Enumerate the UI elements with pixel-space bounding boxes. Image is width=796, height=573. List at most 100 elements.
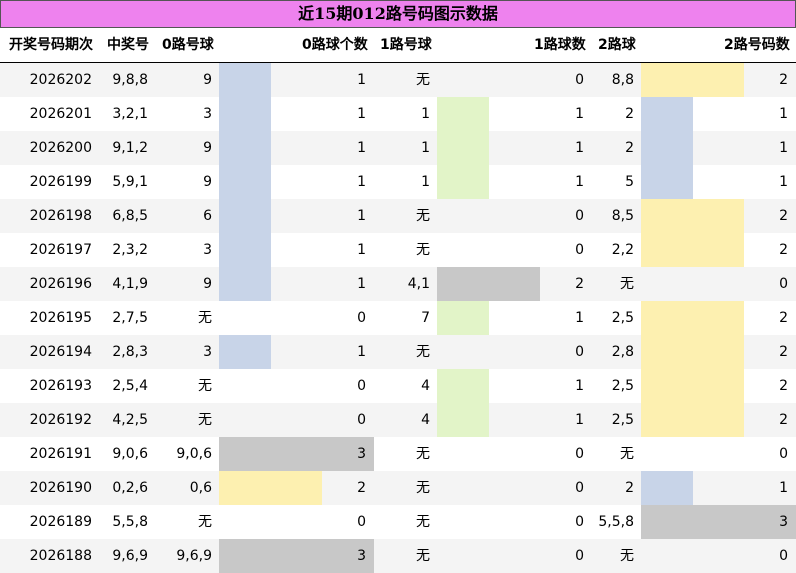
route2-balls-cell: 2,2: [611, 242, 634, 258]
route0-count-cell: 1: [357, 276, 366, 292]
route2-count-bar: [641, 165, 693, 199]
route0-balls-cell: 9,0,6: [176, 446, 212, 462]
header-period: 开奖号码期次: [9, 37, 93, 53]
route0-count-cell: 2: [357, 480, 366, 496]
route1-balls-cell: 1: [421, 174, 430, 190]
route2-count-cell: 2: [779, 208, 788, 224]
route1-count-cell: 1: [575, 412, 584, 428]
route2-balls-cell: 8,5: [611, 208, 634, 224]
route0-count-bar: [219, 267, 271, 301]
route1-count-bar: [437, 97, 489, 131]
table-row: 2026201 3,2,1 3 1 1 1 2 1: [0, 97, 796, 131]
route1-balls-cell: 4: [421, 378, 430, 394]
route2-balls-cell: 无: [620, 548, 634, 564]
route1-balls-cell: 7: [421, 310, 430, 326]
header-route0-count: 0路球个数: [302, 37, 368, 53]
route2-count-cell: 0: [779, 446, 788, 462]
winning-number-cell: 2,3,2: [112, 242, 148, 258]
route2-count-cell: 2: [779, 344, 788, 360]
route2-count-cell: 2: [779, 72, 788, 88]
route2-count-cell: 2: [779, 378, 788, 394]
period-cell: 2026196: [29, 276, 92, 292]
table-row: 2026190 0,2,6 0,6 2 无 0 2 1: [0, 471, 796, 505]
route2-count-cell: 1: [779, 140, 788, 156]
route0-count-cell: 0: [357, 378, 366, 394]
table-row: 2026196 4,1,9 9 1 4,1 2 无 0: [0, 267, 796, 301]
route0-balls-cell: 3: [203, 344, 212, 360]
route2-count-cell: 1: [779, 174, 788, 190]
route1-count-bar: [437, 369, 489, 403]
route0-balls-cell: 9: [203, 72, 212, 88]
route0-balls-cell: 0,6: [189, 480, 212, 496]
table-row: 2026197 2,3,2 3 1 无 0 2,2 2: [0, 233, 796, 267]
route2-balls-cell: 2,8: [611, 344, 634, 360]
route2-balls-cell: 2: [625, 140, 634, 156]
route0-count-bar: [219, 97, 271, 131]
route2-balls-cell: 5,5,8: [598, 514, 634, 530]
table-row: 2026188 9,6,9 9,6,9 3 无 0 无 0: [0, 539, 796, 573]
winning-number-cell: 5,5,8: [112, 514, 148, 530]
route2-count-cell: 1: [779, 480, 788, 496]
route0-count-cell: 0: [357, 514, 366, 530]
route0-balls-cell: 9,6,9: [176, 548, 212, 564]
table-row: 2026191 9,0,6 9,0,6 3 无 0 无 0: [0, 437, 796, 471]
route2-balls-cell: 2: [625, 106, 634, 122]
route1-balls-cell: 无: [416, 548, 430, 564]
period-cell: 2026197: [29, 242, 92, 258]
route1-count-cell: 0: [575, 242, 584, 258]
winning-number-cell: 0,2,6: [112, 480, 148, 496]
table-row: 2026194 2,8,3 3 1 无 0 2,8 2: [0, 335, 796, 369]
table-row: 2026200 9,1,2 9 1 1 1 2 1: [0, 131, 796, 165]
route1-balls-cell: 1: [421, 140, 430, 156]
route1-count-cell: 0: [575, 514, 584, 530]
route1-count-cell: 1: [575, 378, 584, 394]
route0-count-cell: 1: [357, 72, 366, 88]
route2-balls-cell: 无: [620, 276, 634, 292]
route1-count-cell: 1: [575, 106, 584, 122]
winning-number-cell: 9,6,9: [112, 548, 148, 564]
route1-count-cell: 1: [575, 140, 584, 156]
route2-count-cell: 3: [779, 514, 788, 530]
table-title: 近15期012路号码图示数据: [0, 0, 796, 28]
period-cell: 2026199: [29, 174, 92, 190]
route1-balls-cell: 无: [416, 446, 430, 462]
route0-balls-cell: 9: [203, 174, 212, 190]
route0-count-bar: [219, 63, 271, 97]
winning-number-cell: 2,7,5: [112, 310, 148, 326]
route1-balls-cell: 4: [421, 412, 430, 428]
winning-number-cell: 6,8,5: [112, 208, 148, 224]
header-route0-balls: 0路号球: [162, 37, 214, 53]
route1-count-cell: 0: [575, 548, 584, 564]
route2-count-cell: 0: [779, 276, 788, 292]
route2-count-cell: 2: [779, 242, 788, 258]
period-cell: 2026195: [29, 310, 92, 326]
route1-balls-cell: 无: [416, 344, 430, 360]
route2-balls-cell: 2: [625, 480, 634, 496]
route0-count-cell: 3: [357, 446, 366, 462]
period-cell: 2026190: [29, 480, 92, 496]
route0-count-cell: 1: [357, 344, 366, 360]
winning-number-cell: 9,0,6: [112, 446, 148, 462]
route2-count-cell: 0: [779, 548, 788, 564]
route0-count-bar: [219, 233, 271, 267]
route1-count-cell: 0: [575, 344, 584, 360]
route0-count-cell: 1: [357, 242, 366, 258]
route2-balls-cell: 2,5: [611, 310, 634, 326]
route2-count-bar: [641, 471, 693, 505]
route0-count-cell: 1: [357, 208, 366, 224]
route1-count-bar: [437, 403, 489, 437]
table-row: 2026198 6,8,5 6 1 无 0 8,5 2: [0, 199, 796, 233]
route1-count-bar: [437, 131, 489, 165]
route0-count-cell: 3: [357, 548, 366, 564]
route2-balls-cell: 5: [625, 174, 634, 190]
period-cell: 2026202: [29, 72, 92, 88]
winning-number-cell: 5,9,1: [112, 174, 148, 190]
route0-balls-cell: 无: [198, 310, 212, 326]
route1-balls-cell: 1: [421, 106, 430, 122]
route0-count-bar: [219, 165, 271, 199]
period-cell: 2026200: [29, 140, 92, 156]
route1-balls-cell: 无: [416, 242, 430, 258]
period-cell: 2026198: [29, 208, 92, 224]
route0-count-cell: 1: [357, 174, 366, 190]
route2-count-cell: 2: [779, 310, 788, 326]
